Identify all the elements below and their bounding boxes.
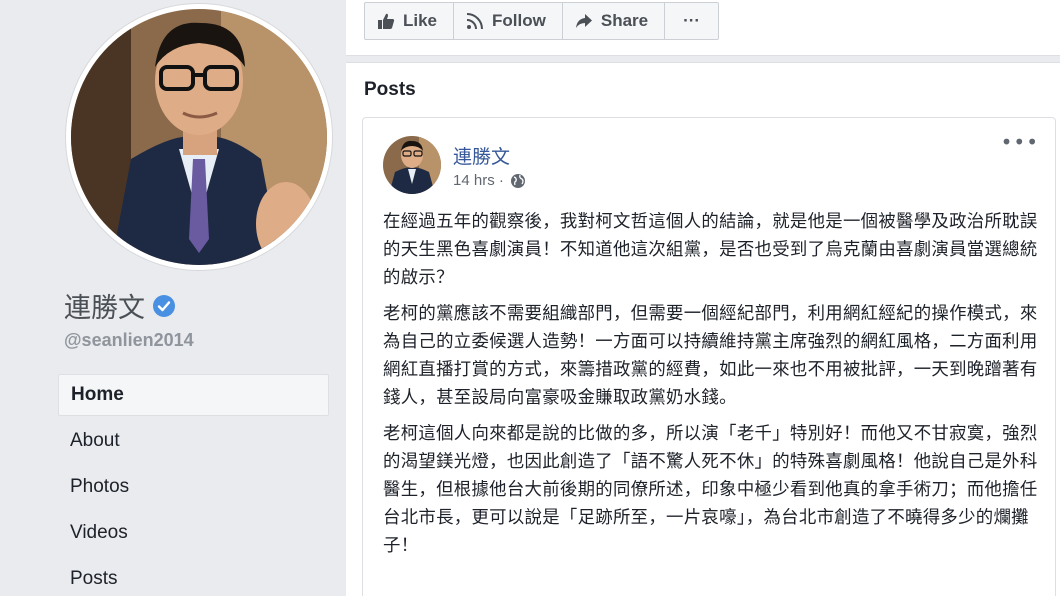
post-author-avatar[interactable] (383, 136, 441, 194)
like-button[interactable]: Like (365, 3, 455, 39)
nav-item-videos[interactable]: Videos (58, 512, 329, 558)
verified-badge-icon (153, 294, 175, 317)
more-actions-button[interactable]: ··· (665, 3, 718, 39)
post-meta: 14 hrs · (453, 172, 526, 189)
page-nav: Home About Photos Videos Posts (58, 374, 329, 596)
posts-section: Posts 連勝文 14 hrs · ••• 在經過五年的觀察後，我對柯文哲這個… (346, 62, 1060, 596)
profile-handle: @seanlien2014 (64, 330, 194, 350)
rss-icon (466, 12, 484, 30)
thumbs-up-icon (377, 12, 395, 30)
share-label: Share (600, 11, 649, 30)
follow-label: Follow (492, 11, 546, 30)
post-paragraph: 在經過五年的觀察後，我對柯文哲這個人的結論，就是他是一個被醫學及政治所耽誤的天生… (383, 212, 1038, 288)
post-paragraph: 老柯這個人向來都是說的比做的多，所以演「老千」特別好！而他又不甘寂寞，強烈的渴望… (383, 424, 1038, 556)
more-dots-icon: ··· (683, 11, 701, 30)
share-button[interactable]: Share (563, 3, 666, 39)
nav-item-about[interactable]: About (58, 420, 329, 466)
post-paragraph: 老柯的黨應該不需要組織部門，但需要一個經紀部門，利用網紅經紀的操作模式，來為自己… (383, 304, 1038, 408)
posts-heading: Posts (364, 79, 416, 100)
post-body: 在經過五年的觀察後，我對柯文哲這個人的結論，就是他是一個被醫學及政治所耽誤的天生… (383, 208, 1043, 568)
profile-name: 連勝文 (64, 293, 145, 324)
post-card: 連勝文 14 hrs · ••• 在經過五年的觀察後，我對柯文哲這個人的結論，就… (362, 117, 1056, 596)
post-options-icon[interactable]: ••• (1001, 130, 1039, 154)
nav-item-photos[interactable]: Photos (58, 466, 329, 512)
profile-name-row: 連勝文 (64, 286, 175, 325)
page-action-bar: Like Follow Share ··· (346, 0, 1060, 56)
left-column: 連勝文 @seanlien2014 Home About Photos Vide… (0, 0, 346, 596)
post-timestamp[interactable]: 14 hrs · (453, 172, 504, 189)
nav-item-home[interactable]: Home (58, 374, 329, 416)
profile-picture[interactable] (66, 4, 332, 270)
follow-button[interactable]: Follow (454, 3, 563, 39)
nav-item-posts[interactable]: Posts (58, 558, 329, 596)
share-arrow-icon (575, 12, 593, 30)
profile-photo (71, 9, 327, 265)
like-label: Like (403, 11, 438, 30)
globe-icon (510, 173, 526, 189)
action-buttons: Like Follow Share ··· (364, 2, 720, 40)
post-author-name[interactable]: 連勝文 (453, 142, 510, 169)
